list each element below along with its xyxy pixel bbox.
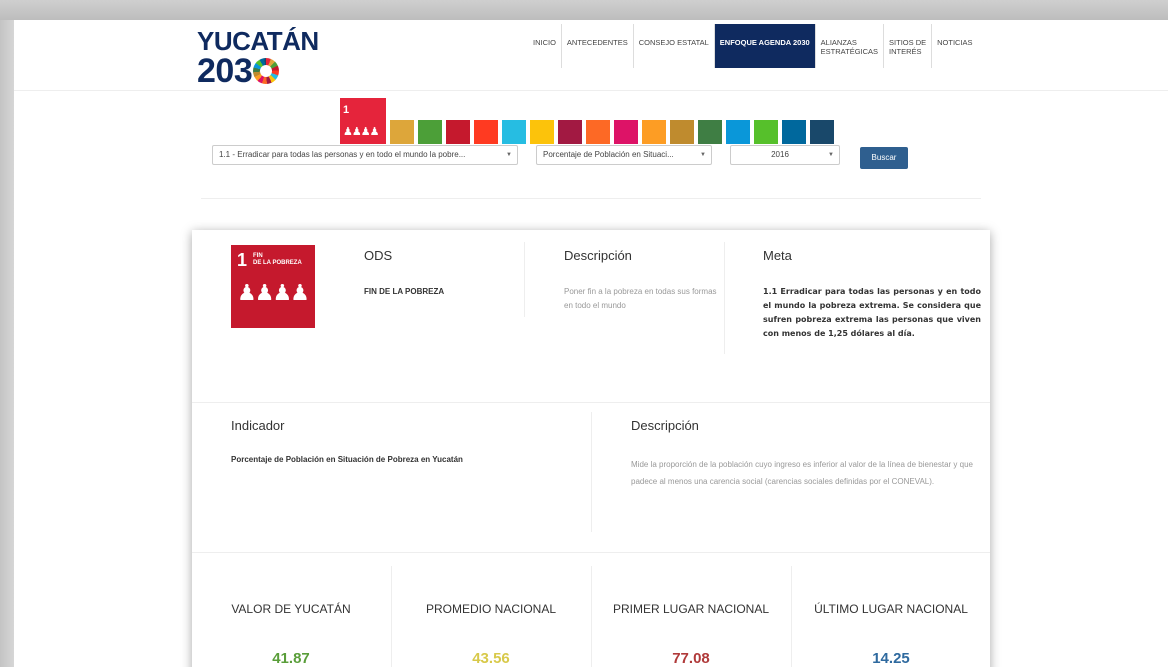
nav-antecedentes[interactable]: ANTECEDENTES (560, 24, 633, 68)
indicator-heading: Indicador (231, 418, 285, 433)
page: YUCATÁN 203 INICIO ANTECEDENTES CONSEJO … (14, 20, 1168, 667)
sdg-goal-selector: 1 ♟♟♟♟ (340, 98, 834, 144)
stat-label-last-place: ÚLTIMO LUGAR NACIONAL (814, 602, 968, 616)
goal-4-icon[interactable] (446, 120, 470, 144)
goal-9-icon[interactable] (586, 120, 610, 144)
meta-select[interactable]: 1.1 - Erradicar para todas las personas … (212, 145, 518, 165)
nav-inicio[interactable]: INICIO (528, 24, 561, 68)
goal-8-icon[interactable] (558, 120, 582, 144)
section-divider (192, 552, 990, 553)
stat-label-first-place: PRIMER LUGAR NACIONAL (612, 602, 770, 616)
chevron-down-icon: ▼ (828, 152, 834, 158)
search-button[interactable]: Buscar (860, 147, 908, 169)
goal-16-icon[interactable] (782, 120, 806, 144)
logo-2030: 203 (197, 54, 327, 88)
ods-value: FIN DE LA POBREZA (364, 287, 445, 296)
goal-14-icon[interactable] (726, 120, 750, 144)
goal-5-icon[interactable] (474, 120, 498, 144)
nav-enfoque-agenda-2030[interactable]: ENFOQUE AGENDA 2030 (713, 24, 815, 68)
header-divider (14, 90, 1168, 91)
goal-11-icon[interactable] (642, 120, 666, 144)
main-nav: INICIO ANTECEDENTES CONSEJO ESTATAL ENFO… (528, 24, 978, 68)
filters-divider (201, 198, 981, 199)
goal-7-icon[interactable] (530, 120, 554, 144)
meta-value: 1.1 Erradicar para todas las personas y … (763, 287, 981, 338)
indicator-select-value: Porcentaje de Población en Situaci... (543, 150, 674, 159)
family-icon: ♟♟♟♟ (237, 281, 310, 306)
year-select-value: 2016 (771, 150, 789, 159)
nav-noticias[interactable]: NOTICIAS (931, 24, 977, 68)
ods-description-value: Poner fin a la pobreza en todas sus form… (564, 287, 717, 310)
goal-3-icon[interactable] (418, 120, 442, 144)
goal-1-icon[interactable]: 1 ♟♟♟♟ (340, 98, 386, 144)
goal-detail-card: 1 FIN DE LA POBREZA ♟♟♟♟ ODS FIN DE LA P… (192, 230, 990, 667)
indicator-value: Porcentaje de Población en Situación de … (231, 455, 463, 464)
indicator-description-heading: Descripción (631, 418, 699, 433)
tile-label: FIN DE LA POBREZA (253, 253, 302, 266)
indicator-select[interactable]: Porcentaje de Población en Situaci... ▼ (536, 145, 712, 165)
ods-heading: ODS (364, 248, 393, 263)
goal-17-icon[interactable] (810, 120, 834, 144)
column-divider (524, 242, 525, 317)
stat-value-last-place: 14.25 (872, 650, 910, 667)
goal-1-tile: 1 FIN DE LA POBREZA ♟♟♟♟ (231, 245, 315, 328)
goal-10-icon[interactable] (614, 120, 638, 144)
family-icon: ♟♟♟♟ (343, 124, 379, 138)
nav-alianzas-estrategicas[interactable]: ALIANZAS ESTRATÉGICAS (814, 24, 883, 68)
goal-6-icon[interactable] (502, 120, 526, 144)
site-logo[interactable]: YUCATÁN 203 (197, 28, 327, 88)
column-divider (724, 242, 725, 354)
chevron-down-icon: ▼ (700, 152, 706, 158)
browser-left-edge (0, 20, 14, 667)
stat-value-yucatan: 41.87 (272, 650, 310, 667)
stat-label-yucatan: VALOR DE YUCATÁN (231, 602, 351, 616)
goal-15-icon[interactable] (754, 120, 778, 144)
ods-description-heading: Descripción (564, 248, 632, 263)
stat-label-national-average: PROMEDIO NACIONAL (425, 602, 557, 616)
browser-top-bar (0, 0, 1168, 20)
logo-yucatan-text: YUCATÁN (197, 26, 319, 56)
goal-2-icon[interactable] (390, 120, 414, 144)
goal-12-icon[interactable] (670, 120, 694, 144)
nav-sitios-de-interes[interactable]: SITIOS DE INTERÉS (883, 24, 931, 68)
stat-value-first-place: 77.08 (672, 650, 710, 667)
meta-select-value: 1.1 - Erradicar para todas las personas … (219, 150, 466, 159)
logo-year-text: 203 (197, 52, 253, 90)
meta-heading: Meta (763, 248, 792, 263)
sdg-wheel-icon (253, 58, 280, 84)
nav-consejo-estatal[interactable]: CONSEJO ESTATAL (632, 24, 714, 68)
goal-13-icon[interactable] (698, 120, 722, 144)
goal-1-number: 1 (343, 103, 350, 116)
chevron-down-icon: ▼ (506, 152, 512, 158)
section-divider (192, 402, 990, 403)
column-divider (591, 412, 592, 532)
indicator-description-value: Mide la proporción de la población cuyo … (631, 460, 973, 486)
stat-value-national-average: 43.56 (472, 650, 510, 667)
year-select[interactable]: 2016 ▼ (730, 145, 840, 165)
